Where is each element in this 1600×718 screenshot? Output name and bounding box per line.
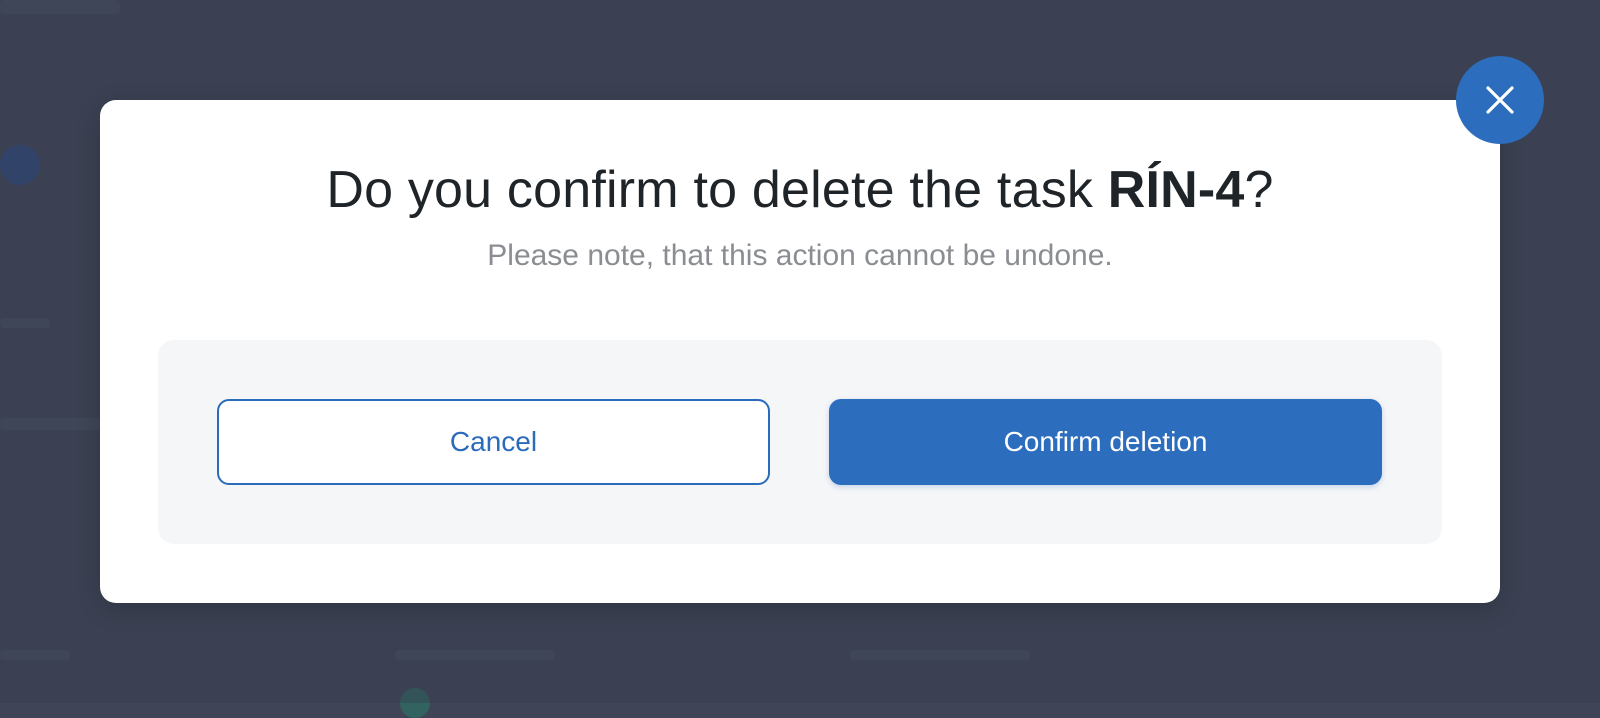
confirm-deletion-button[interactable]: Confirm deletion <box>829 399 1382 485</box>
dialog-actions-panel: Cancel Confirm deletion <box>158 340 1442 544</box>
dialog-subtitle: Please note, that this action cannot be … <box>487 239 1113 272</box>
cancel-button[interactable]: Cancel <box>217 399 770 485</box>
dialog-title-suffix: ? <box>1244 161 1274 219</box>
close-dialog-button[interactable] <box>1456 56 1544 144</box>
dialog-title: Do you confirm to delete the task RÍN-4? <box>100 158 1500 222</box>
delete-confirmation-dialog: Do you confirm to delete the task RÍN-4?… <box>100 100 1500 603</box>
dialog-title-prefix: Do you confirm to delete the task <box>326 161 1108 219</box>
close-icon <box>1486 86 1514 114</box>
task-id: RÍN-4 <box>1107 161 1245 219</box>
